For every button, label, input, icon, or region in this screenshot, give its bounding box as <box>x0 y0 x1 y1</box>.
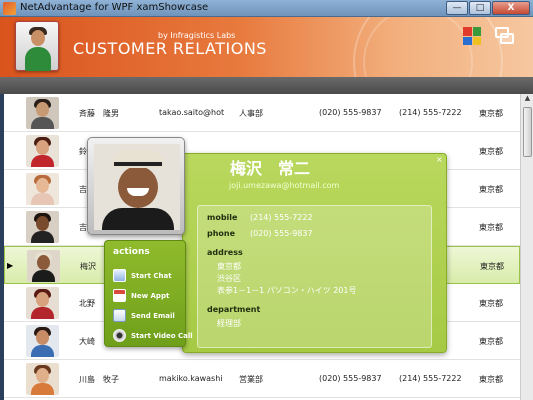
mobile-value: (214) 555-7222 <box>250 213 313 222</box>
theme-palette-button[interactable] <box>463 27 481 45</box>
calendar-icon <box>113 289 126 302</box>
phone-cell: (020) 555-9837 <box>319 108 382 117</box>
phone-cell: (020) 555-9837 <box>319 374 382 383</box>
decorative-circle <box>363 17 473 77</box>
city-cell: 東京都 <box>479 223 503 232</box>
avatar <box>26 97 59 129</box>
phone-value: (020) 555-9837 <box>250 229 313 238</box>
minimize-button[interactable]: — <box>446 1 468 15</box>
toolbar-strip <box>0 77 533 94</box>
contact-name: 梅沢 常二 <box>230 159 311 178</box>
department-cell: 人事部 <box>239 109 263 118</box>
scroll-thumb[interactable] <box>523 107 532 157</box>
actions-header: actions <box>113 247 150 257</box>
vertical-scrollbar[interactable]: ▲ <box>520 94 533 400</box>
mobile-cell: (214) 555-7222 <box>399 374 462 383</box>
contact-email[interactable]: joji.umezawa@hotmail.com <box>229 181 339 190</box>
start-video-call-button[interactable]: Start Video Call <box>113 329 193 347</box>
department-label: department <box>207 305 261 314</box>
city-cell: 東京都 <box>479 147 503 156</box>
switch-view-button[interactable] <box>495 27 515 45</box>
card-close-icon[interactable]: × <box>436 155 443 164</box>
table-row[interactable]: 斉藤 隆男 takao.saito@hot 人事部 (020) 555-9837… <box>4 94 520 132</box>
city-cell: 東京都 <box>479 185 503 194</box>
new-appt-button[interactable]: New Appt <box>113 289 185 307</box>
avatar <box>26 325 59 357</box>
contact-photo <box>87 137 185 235</box>
title-bar: NetAdvantage for WPF xamShowcase — □ X <box>0 0 533 17</box>
avatar <box>26 287 59 319</box>
name-cell: 川島 牧子 <box>79 375 119 384</box>
avatar <box>26 363 59 395</box>
city-cell: 東京都 <box>479 299 503 308</box>
close-button[interactable]: X <box>492 1 530 15</box>
avatar <box>26 173 59 205</box>
department-value: 経理部 <box>217 319 241 328</box>
app-icon <box>3 2 16 15</box>
video-call-icon <box>113 329 126 342</box>
app-header: by Infragistics Labs CUSTOMER RELATIONS <box>0 17 533 77</box>
send-email-button[interactable]: Send Email <box>113 309 185 327</box>
name-cell: 鈴 <box>79 147 87 156</box>
city-cell: 東京都 <box>479 109 503 118</box>
window-controls: — □ X <box>446 1 530 15</box>
mobile-label: mobile <box>207 213 238 222</box>
city-cell: 東京都 <box>480 262 504 271</box>
maximize-button[interactable]: □ <box>469 1 491 15</box>
avatar <box>27 250 60 282</box>
table-row[interactable]: 川島 牧子 makiko.kawashi 営業部 (020) 555-9837 … <box>4 360 520 398</box>
mobile-cell: (214) 555-7222 <box>399 108 462 117</box>
department-cell: 営業部 <box>239 375 263 384</box>
email-icon <box>113 309 126 322</box>
address-label: address <box>207 248 243 257</box>
email-cell: takao.saito@hot <box>159 108 225 117</box>
name-cell: 吉 <box>79 223 87 232</box>
actions-panel: actions Start Chat New Appt Send Email S… <box>104 240 193 347</box>
avatar <box>26 135 59 167</box>
page-title: CUSTOMER RELATIONS <box>73 39 267 58</box>
window-title: NetAdvantage for WPF xamShowcase <box>20 2 209 13</box>
city-cell: 東京都 <box>479 337 503 346</box>
avatar <box>26 211 59 243</box>
chat-icon <box>113 269 126 282</box>
current-row-indicator-icon: ▶ <box>7 261 14 270</box>
contact-detail-card: × 梅沢 常二 joji.umezawa@hotmail.com mobile … <box>87 137 447 355</box>
customer-logo-icon <box>15 21 59 71</box>
address-line: 渋谷区 <box>217 274 241 283</box>
name-cell: 吉 <box>79 185 87 194</box>
city-cell: 東京都 <box>479 375 503 384</box>
address-line: 表参1－1－1 パソコン・ハイツ 201号 <box>217 286 357 295</box>
phone-label: phone <box>207 229 236 238</box>
scroll-up-arrow-icon[interactable]: ▲ <box>522 94 533 105</box>
name-cell: 斉藤 隆男 <box>79 109 119 118</box>
start-chat-button[interactable]: Start Chat <box>113 269 185 287</box>
address-line: 東京都 <box>217 262 241 271</box>
email-cell: makiko.kawashi <box>159 374 223 383</box>
